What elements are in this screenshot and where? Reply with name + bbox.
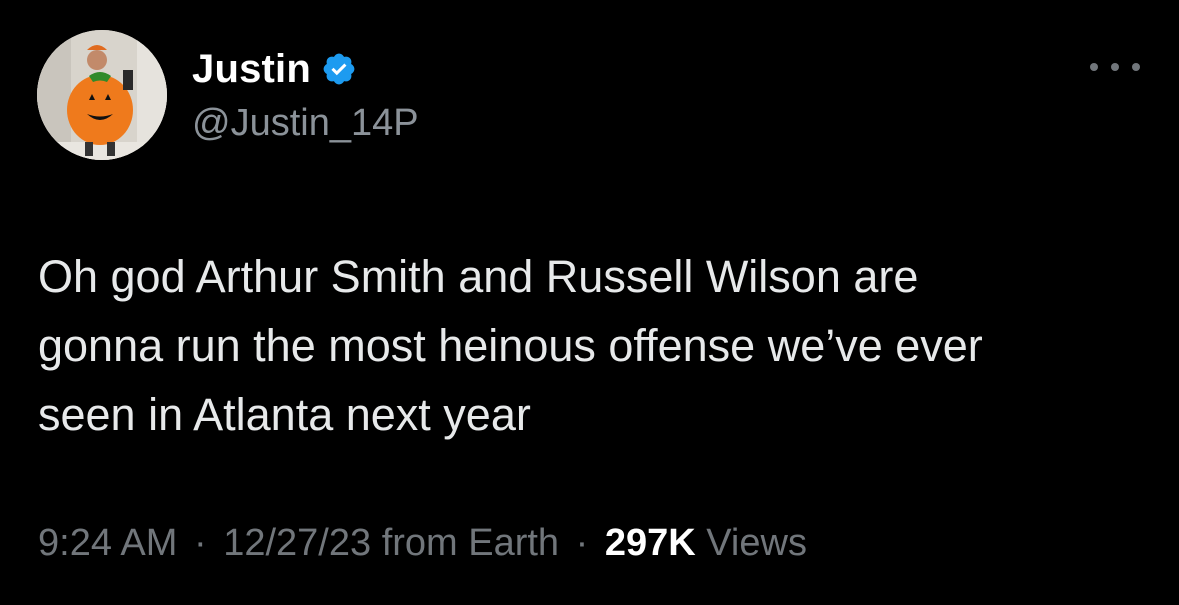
tweet-time[interactable]: 9:24 AM	[38, 522, 177, 564]
more-dot	[1132, 63, 1140, 71]
views-count[interactable]: 297K	[605, 522, 696, 564]
verified-badge-icon	[321, 51, 357, 87]
meta-separator: ·	[193, 522, 207, 564]
tweet-location: from Earth	[381, 522, 560, 564]
more-options-icon[interactable]	[1090, 56, 1140, 78]
more-dot	[1090, 63, 1098, 71]
views-label: Views	[706, 522, 807, 564]
avatar[interactable]	[37, 30, 167, 160]
author-name-row: Justin	[192, 44, 357, 94]
author-handle[interactable]: @Justin_14P	[192, 102, 419, 145]
tweet-text: Oh god Arthur Smith and Russell Wilson a…	[38, 251, 983, 440]
meta-separator: ·	[575, 522, 589, 564]
more-dot	[1111, 63, 1119, 71]
tweet-date[interactable]: 12/27/23	[223, 522, 371, 564]
tweet-meta: 9:24 AM · 12/27/23 from Earth · 297K Vie…	[38, 522, 807, 565]
tweet-card: Justin @Justin_14P Oh god Arthur Smith a…	[0, 0, 1179, 605]
author-display-name[interactable]: Justin	[192, 47, 311, 92]
avatar-image	[37, 30, 167, 160]
